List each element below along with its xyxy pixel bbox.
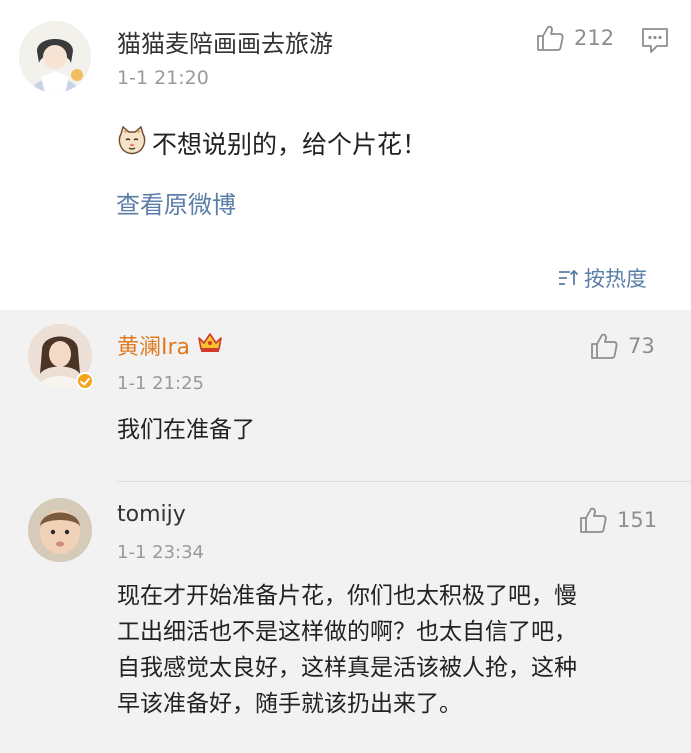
comment-like-count: 73 xyxy=(628,334,655,358)
reply-button[interactable] xyxy=(640,25,670,55)
baby-portrait-avatar xyxy=(28,498,92,562)
post-like-count: 212 xyxy=(574,26,615,50)
weibo-comment-screen: 猫猫麦陪画画去旅游 1-1 21:20 212 不想说别的，给个片花！ 查看原微… xyxy=(0,0,691,753)
comment-list: 黄澜Ira 1-1 21:25 73 我们在准备了 tomijy 1-1 23:… xyxy=(0,310,691,753)
verified-badge-icon xyxy=(76,372,94,390)
commenter-avatar[interactable] xyxy=(28,498,92,562)
post-body-text: 不想说别的，给个片花！ xyxy=(152,130,428,159)
comment-text: 现在才开始准备片花，你们也太积极了吧，慢 工出细活也不是这样做的啊？也太自信了吧… xyxy=(117,578,673,722)
thumbs-up-icon xyxy=(580,507,607,533)
comment-text-line: 自我感觉太良好，这样真是活该被人抢，这种 xyxy=(117,655,577,681)
commenter-name[interactable]: 黄澜Ira xyxy=(117,329,224,361)
thumbs-up-icon xyxy=(537,25,564,51)
post-author-avatar[interactable] xyxy=(19,21,91,93)
original-post: 猫猫麦陪画画去旅游 1-1 21:20 212 不想说别的，给个片花！ 查看原微… xyxy=(0,0,691,310)
comment-timestamp: 1-1 23:34 xyxy=(117,542,204,563)
commenter-name-text: 黄澜Ira xyxy=(117,335,191,360)
comment-text-line: 现在才开始准备片花，你们也太积极了吧，慢 xyxy=(117,583,577,609)
comment-timestamp: 1-1 21:25 xyxy=(117,373,204,394)
comment-item: tomijy 1-1 23:34 151 现在才开始准备片花，你们也太积极了吧，… xyxy=(0,482,691,753)
comment-text: 我们在准备了 xyxy=(117,417,255,443)
post-timestamp: 1-1 21:20 xyxy=(117,67,209,89)
comment-item: 黄澜Ira 1-1 21:25 73 我们在准备了 xyxy=(0,310,691,482)
comment-bubble-icon xyxy=(642,28,668,53)
comment-text-line: 工出细活也不是这样做的啊？也太自信了吧， xyxy=(117,619,577,645)
thumbs-up-icon xyxy=(591,333,618,359)
cat-face-emoji-icon xyxy=(116,124,148,162)
comment-like-button[interactable]: 151 xyxy=(578,505,657,535)
comment-like-button[interactable]: 73 xyxy=(589,331,655,361)
comment-like-count: 151 xyxy=(617,508,658,532)
view-original-weibo-link[interactable]: 查看原微博 xyxy=(116,185,236,220)
commenter-name[interactable]: tomijy xyxy=(117,502,186,527)
post-author-name[interactable]: 猫猫麦陪画画去旅游 xyxy=(117,24,333,59)
post-like-button[interactable]: 212 xyxy=(535,23,614,53)
anime-avatar-illustration xyxy=(19,21,91,93)
post-body: 不想说别的，给个片花！ xyxy=(116,124,427,162)
sort-icon xyxy=(559,269,579,285)
comment-text-line: 早该准备好，随手就该扔出来了。 xyxy=(117,691,462,717)
sort-label: 按热度 xyxy=(584,267,647,291)
sort-by-popularity-button[interactable]: 按热度 xyxy=(557,263,647,293)
vip-crown-icon xyxy=(196,330,224,360)
